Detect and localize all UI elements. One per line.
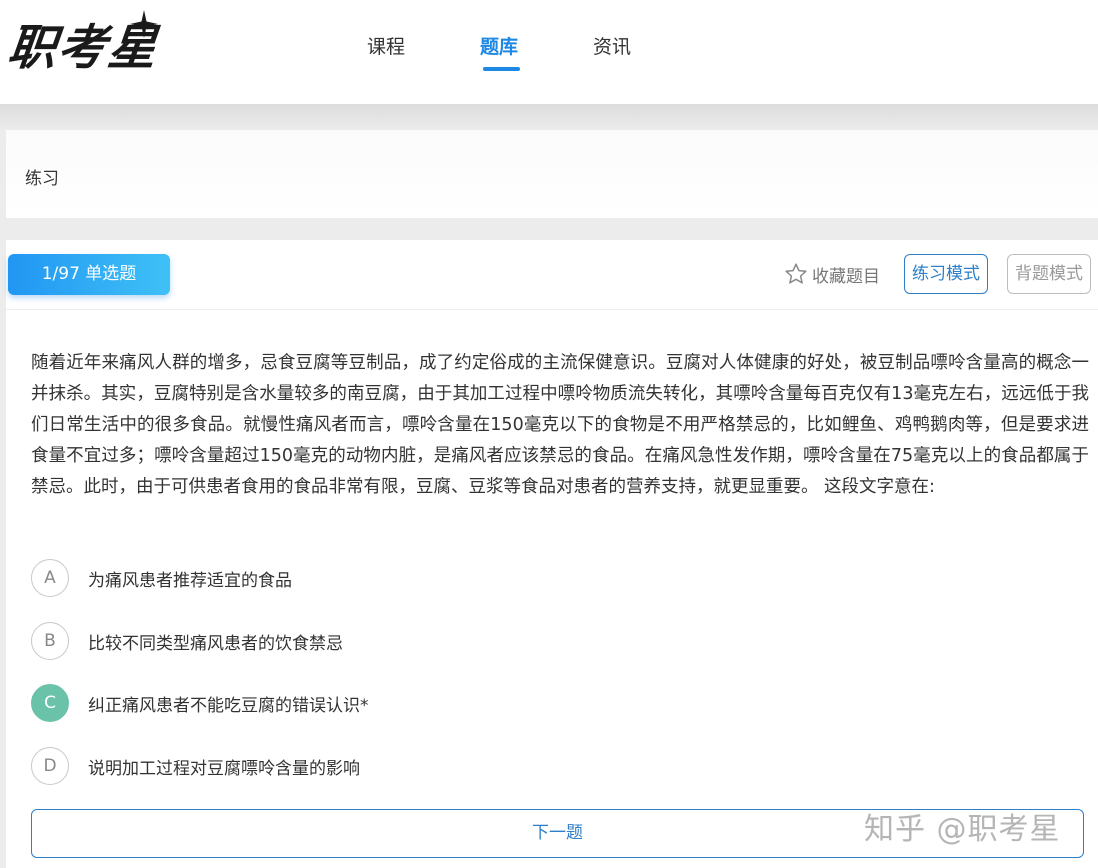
option-b-letter: B <box>31 622 69 660</box>
top-navbar: 职考星 课程 题库 资讯 <box>0 0 1098 104</box>
option-c-text: 纠正痛风患者不能吃豆腐的错误认识* <box>88 695 369 716</box>
next-question-button[interactable]: 下一题 <box>31 809 1084 858</box>
question-card: 1/97 单选题 收藏题目 练习模式 背题模式 随着近年来痛风人群的增多，忌食豆… <box>6 240 1098 868</box>
favorite-label: 收藏题目 <box>812 266 880 287</box>
card-divider <box>6 309 1098 310</box>
option-a-text: 为痛风患者推荐适宜的食品 <box>88 570 292 591</box>
question-stem: 随着近年来痛风人群的增多，忌食豆腐等豆制品，成了约定俗成的主流保健意识。豆腐对人… <box>31 353 1089 497</box>
recite-mode-button[interactable]: 背题模式 <box>1007 254 1091 294</box>
option-c[interactable]: C 纠正痛风患者不能吃豆腐的错误认识* <box>31 683 531 723</box>
nav-item-question-bank[interactable]: 题库 <box>480 32 518 59</box>
option-b[interactable]: B 比较不同类型痛风患者的饮食禁忌 <box>31 621 531 661</box>
option-d-text: 说明加工过程对豆腐嘌呤含量的影响 <box>88 758 360 779</box>
nav-active-indicator <box>483 67 520 71</box>
brand-logo[interactable]: 职考星 <box>5 10 208 76</box>
nav-item-news[interactable]: 资讯 <box>593 32 631 59</box>
question-progress-tag: 1/97 单选题 <box>8 254 170 295</box>
nav-item-courses[interactable]: 课程 <box>367 32 405 59</box>
option-a-letter: A <box>31 559 69 597</box>
option-b-text: 比较不同类型痛风患者的饮食禁忌 <box>88 633 343 654</box>
star-outline-icon <box>785 263 807 284</box>
option-d-letter: D <box>31 747 69 785</box>
section-header-card: 练习 <box>6 130 1098 218</box>
practice-mode-button[interactable]: 练习模式 <box>904 254 988 294</box>
option-c-letter: C <box>31 684 69 722</box>
sparkle-star-icon <box>130 10 158 38</box>
option-d[interactable]: D 说明加工过程对豆腐嘌呤含量的影响 <box>31 746 531 786</box>
header-shadow <box>0 104 1098 130</box>
favorite-question-button[interactable]: 收藏题目 <box>784 262 880 287</box>
option-a[interactable]: A 为痛风患者推荐适宜的食品 <box>31 558 531 598</box>
section-title: 练习 <box>25 169 59 189</box>
